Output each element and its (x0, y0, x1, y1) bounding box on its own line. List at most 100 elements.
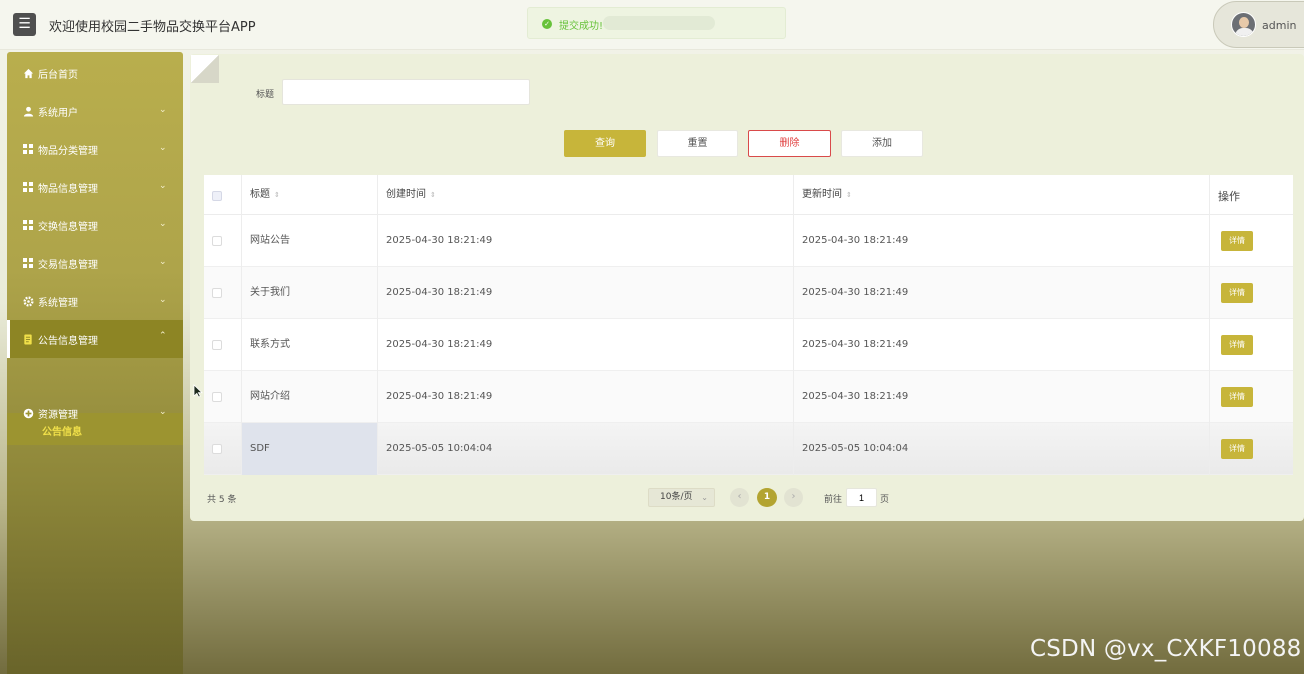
goto-suffix: 页 (880, 495, 890, 505)
sidebar-item-category[interactable]: 物品分类管理 ⌄ (7, 130, 183, 168)
row-checkbox[interactable] (212, 236, 222, 246)
sidebar-item-system-settings[interactable]: 系统管理 ⌄ (7, 282, 183, 320)
column-divider (377, 175, 378, 475)
mouse-cursor-icon (193, 384, 203, 398)
table-row: 关于我们 2025-04-30 18:21:49 2025-04-30 18:2… (204, 267, 1293, 319)
prev-page-button[interactable]: ‹ (730, 488, 749, 507)
row-checkbox[interactable] (212, 288, 222, 298)
row-checkbox[interactable] (212, 340, 222, 350)
hamburger-icon[interactable]: ☰ (13, 13, 36, 36)
sort-icon[interactable]: ⇕ (274, 191, 280, 199)
next-page-button[interactable]: › (784, 488, 803, 507)
sidebar-item-label: 交易信息管理 (38, 259, 98, 271)
sidebar-item-notice[interactable]: 公告信息管理 ⌃ (7, 320, 183, 358)
chevron-down-icon: ⌄ (159, 143, 167, 153)
notice-table: 标题 ⇕ 创建时间 ⇕ 更新时间 ⇕ 操作 网站公告 2025-04-30 18:21… (204, 175, 1293, 475)
total-count: 共 5 条 (207, 495, 237, 505)
cell-updated: 2025-05-05 10:04:04 (802, 443, 909, 454)
cell-title: 网站公告 (250, 235, 290, 246)
table-row: 联系方式 2025-04-30 18:21:49 2025-04-30 18:2… (204, 319, 1293, 371)
search-title-label: 标题 (256, 90, 275, 100)
main-panel: 标题 查询 重置 删除 添加 标题 ⇕ 创建时间 ⇕ 更新时间 ⇕ 操作 网站公告 2… (190, 54, 1304, 521)
cell-updated: 2025-04-30 18:21:49 (802, 235, 909, 246)
sidebar-item-system-users[interactable]: 系统用户 ⌄ (7, 92, 183, 130)
delete-button[interactable]: 删除 (748, 130, 831, 157)
check-circle-icon: ✓ (542, 19, 552, 29)
sidebar-item-label: 物品分类管理 (38, 145, 98, 157)
home-icon (22, 67, 34, 79)
sidebar: 后台首页 系统用户 ⌄ 物品分类管理 ⌄ 物品信息管理 ⌄ 交换信息管理 ⌄ 交… (7, 52, 183, 674)
plus-circle-icon (22, 407, 34, 419)
column-divider (1209, 175, 1210, 475)
page-corner-fold (191, 55, 219, 83)
watermark: CSDN @vx_CXKF10088 (1030, 636, 1302, 662)
chevron-up-icon: ⌃ (159, 331, 167, 341)
reset-button[interactable]: 重置 (657, 130, 738, 157)
column-header-title[interactable]: 标题 ⇕ (242, 175, 379, 215)
column-header-label: 创建时间 (386, 189, 426, 200)
sidebar-item-goods[interactable]: 物品信息管理 ⌄ (7, 168, 183, 206)
app-title: 欢迎使用校园二手物品交换平台APP (49, 20, 256, 35)
column-header-label: 标题 (250, 189, 270, 200)
table-row: 网站公告 2025-04-30 18:21:49 2025-04-30 18:2… (204, 215, 1293, 267)
sidebar-item-home[interactable]: 后台首页 (7, 54, 183, 92)
row-checkbox[interactable] (212, 392, 222, 402)
cell-created: 2025-04-30 18:21:49 (386, 339, 493, 350)
detail-button[interactable]: 详情 (1221, 283, 1253, 303)
sidebar-item-trade[interactable]: 交易信息管理 ⌄ (7, 244, 183, 282)
user-menu[interactable]: admin ⌄ (1213, 1, 1304, 48)
sort-icon[interactable]: ⇕ (430, 191, 436, 199)
chevron-down-icon: ⌄ (159, 181, 167, 191)
sidebar-item-label: 交换信息管理 (38, 221, 98, 233)
detail-button[interactable]: 详情 (1221, 439, 1253, 459)
sidebar-item-label: 资源管理 (38, 409, 78, 421)
goto-page-input[interactable] (846, 488, 877, 507)
grid-icon (22, 219, 34, 231)
page-size-select[interactable]: 10条/页 ⌄ (648, 488, 715, 507)
query-button[interactable]: 查询 (564, 130, 646, 157)
table-row: SDF 2025-05-05 10:04:04 2025-05-05 10:04… (204, 423, 1293, 475)
document-icon (22, 333, 34, 345)
page-number-current[interactable]: 1 (757, 488, 777, 507)
row-checkbox[interactable] (212, 444, 222, 454)
goto-label: 前往 (824, 495, 843, 505)
add-button[interactable]: 添加 (841, 130, 923, 157)
cell-updated: 2025-04-30 18:21:49 (802, 287, 909, 298)
search-title-input[interactable] (282, 79, 530, 105)
toast-ghost-overlay (603, 16, 715, 30)
column-header-updated[interactable]: 更新时间 ⇕ (794, 175, 1211, 215)
cell-updated: 2025-04-30 18:21:49 (802, 339, 909, 350)
table-header: 标题 ⇕ 创建时间 ⇕ 更新时间 ⇕ 操作 (204, 175, 1293, 215)
grid-icon (22, 257, 34, 269)
cell-created: 2025-05-05 10:04:04 (386, 443, 493, 454)
sort-icon[interactable]: ⇕ (846, 191, 852, 199)
gear-icon (22, 295, 34, 307)
detail-button[interactable]: 详情 (1221, 231, 1253, 251)
sidebar-item-exchange[interactable]: 交换信息管理 ⌄ (7, 206, 183, 244)
user-name: admin (1262, 19, 1297, 32)
column-header-actions: 操作 (1218, 190, 1240, 203)
column-header-created[interactable]: 创建时间 ⇕ (378, 175, 795, 215)
table-row: 网站介绍 2025-04-30 18:21:49 2025-04-30 18:2… (204, 371, 1293, 423)
cell-updated: 2025-04-30 18:21:49 (802, 391, 909, 402)
success-toast: ✓ 提交成功! (527, 7, 786, 39)
column-divider (241, 175, 242, 475)
cell-title: SDF (250, 443, 270, 454)
detail-button[interactable]: 详情 (1221, 335, 1253, 355)
toast-message: 提交成功! (559, 21, 604, 32)
cell-title: 关于我们 (250, 287, 290, 298)
sidebar-item-label: 后台首页 (38, 69, 78, 81)
detail-button[interactable]: 详情 (1221, 387, 1253, 407)
sidebar-item-resources[interactable]: 资源管理 ⌄ (7, 394, 183, 432)
cell-created: 2025-04-30 18:21:49 (386, 235, 493, 246)
avatar (1231, 12, 1256, 37)
cell-title: 联系方式 (250, 339, 290, 350)
select-all-checkbox[interactable] (212, 191, 222, 201)
user-icon (22, 105, 34, 117)
chevron-down-icon: ⌄ (159, 257, 167, 267)
sidebar-item-label: 公告信息管理 (38, 335, 98, 347)
sidebar-item-label: 物品信息管理 (38, 183, 98, 195)
cell-title: 网站介绍 (250, 391, 290, 402)
sidebar-item-label: 系统用户 (38, 107, 78, 119)
chevron-down-icon: ⌄ (159, 407, 167, 417)
